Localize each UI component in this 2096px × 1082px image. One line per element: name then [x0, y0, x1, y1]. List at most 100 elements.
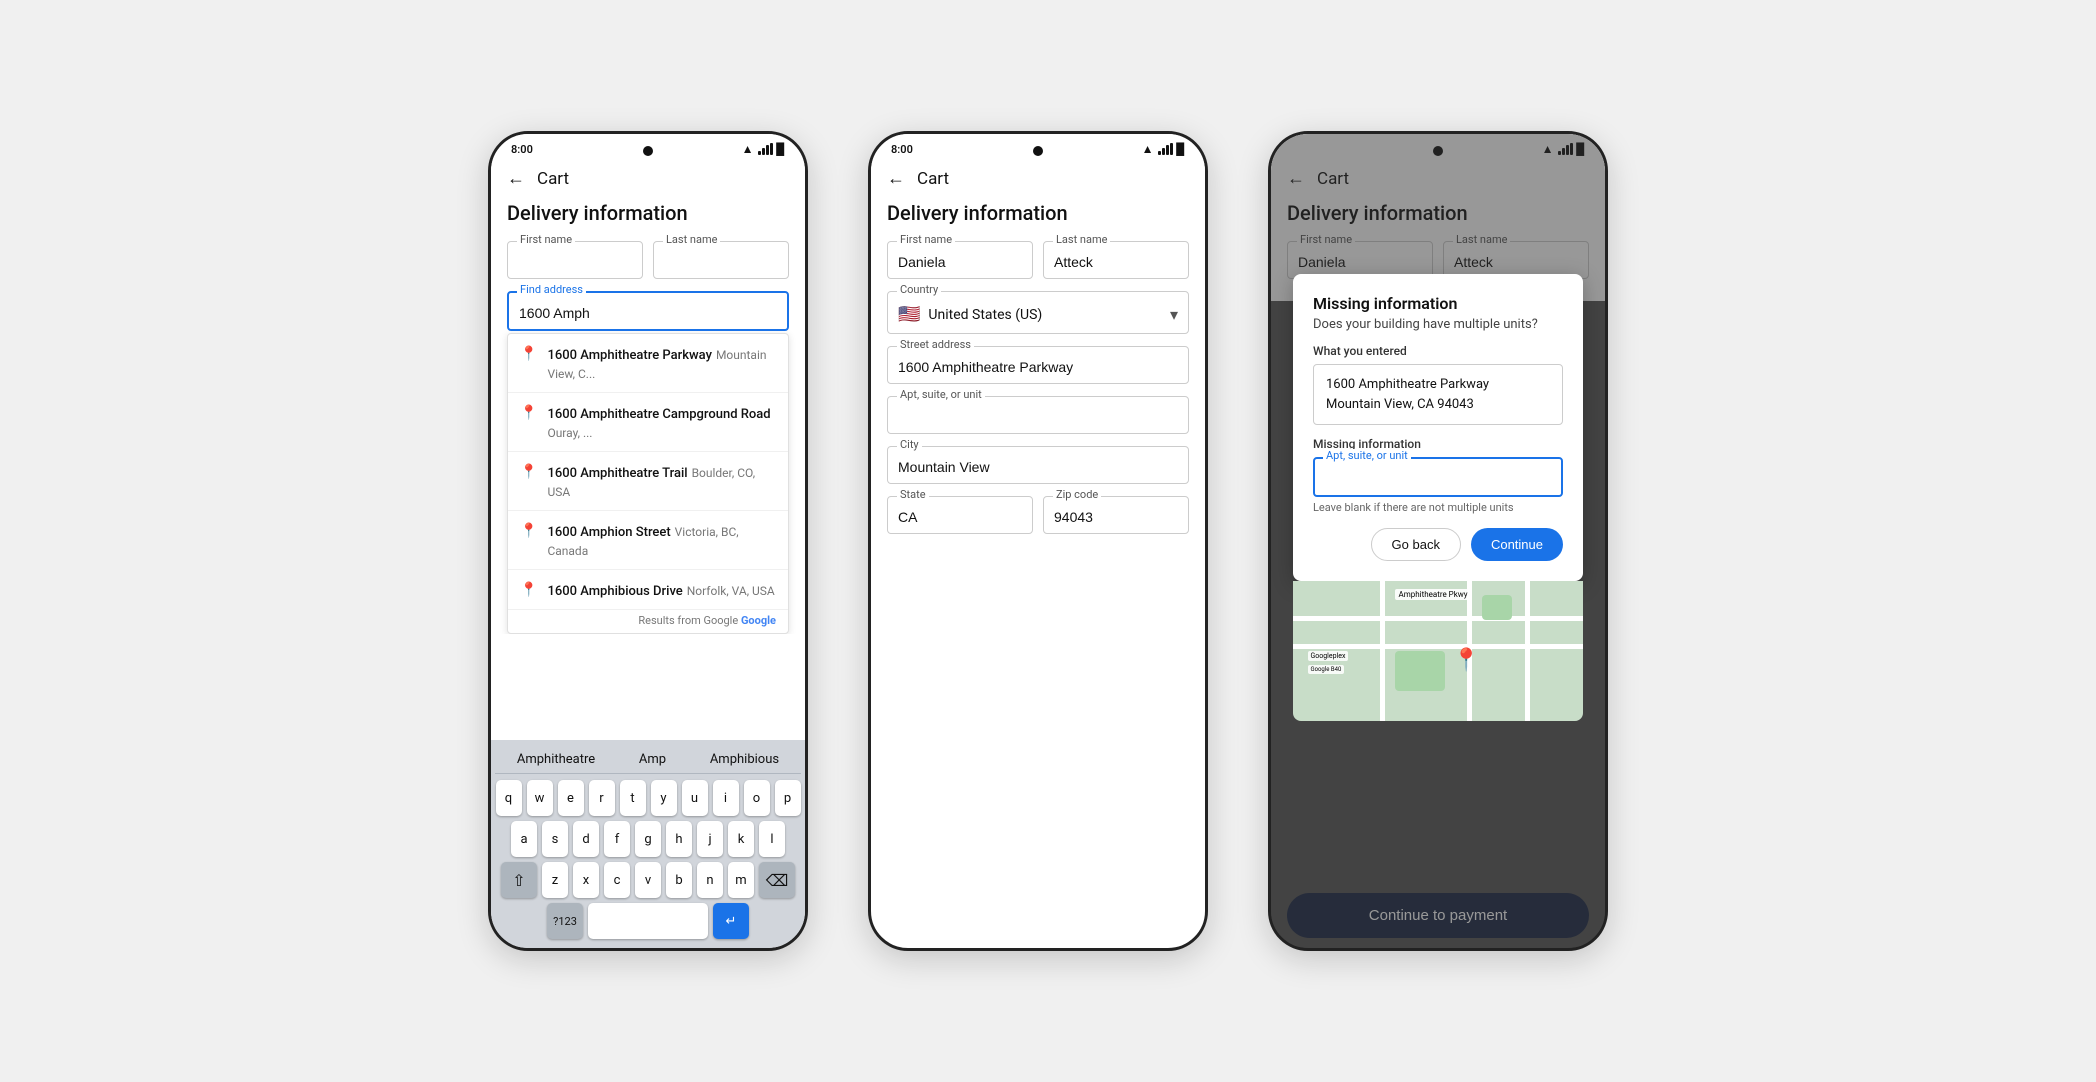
key-z[interactable]: z — [542, 862, 568, 898]
suggestion-2[interactable]: Amphibious — [702, 750, 787, 769]
first-name-input-1[interactable] — [507, 241, 643, 279]
nav-bar-1: ← Cart — [491, 160, 805, 193]
first-name-group-2: First name — [887, 241, 1033, 279]
autocomplete-item-2[interactable]: 📍 1600 Amphitheatre Trail Boulder, CO, U… — [508, 452, 788, 511]
dialog-address-line1: 1600 Amphitheatre Parkway — [1326, 375, 1550, 395]
country-group: Country 🇺🇸 United States (US) ▾ — [887, 291, 1189, 334]
autocomplete-dropdown: 📍 1600 Amphitheatre Parkway Mountain Vie… — [507, 333, 789, 634]
key-b[interactable]: b — [666, 862, 692, 898]
state-group: State — [887, 496, 1033, 534]
content-2: Delivery information First name Last nam… — [871, 193, 1205, 546]
zip-group: Zip code — [1043, 496, 1189, 534]
last-name-group-2: Last name — [1043, 241, 1189, 279]
autocomplete-main-2: 1600 Amphitheatre Trail — [547, 466, 687, 481]
autocomplete-main-0: 1600 Amphitheatre Parkway — [547, 348, 712, 363]
zip-input[interactable] — [1043, 496, 1189, 534]
map-thumbnail: Amphitheatre Pkwy Googleplex Google B40 … — [1293, 581, 1583, 721]
back-button-2[interactable]: ← — [887, 168, 905, 189]
key-s[interactable]: s — [542, 821, 568, 857]
dialog-buttons: Go back Continue — [1313, 528, 1563, 561]
last-name-group-1: Last name — [653, 241, 789, 279]
key-u[interactable]: u — [682, 780, 708, 816]
name-row-1: First name Last name — [507, 241, 789, 279]
key-123[interactable]: ?123 — [547, 903, 583, 939]
pin-icon-1: 📍 — [520, 405, 537, 421]
keyboard-row-2: ⇧ z x c v b n m ⌫ — [495, 862, 801, 898]
autocomplete-main-1: 1600 Amphitheatre Campground Road — [547, 407, 770, 422]
key-t[interactable]: t — [620, 780, 646, 816]
autocomplete-item-4[interactable]: 📍 1600 Amphibious Drive Norfolk, VA, USA — [508, 570, 788, 610]
pin-icon-0: 📍 — [520, 346, 537, 362]
find-address-group: Find address — [507, 291, 789, 331]
key-enter[interactable]: ↵ — [713, 903, 749, 939]
autocomplete-sub-1: Ouray, ... — [547, 426, 592, 440]
state-input[interactable] — [887, 496, 1033, 534]
autocomplete-item-1[interactable]: 📍 1600 Amphitheatre Campground Road Oura… — [508, 393, 788, 452]
apt-input[interactable] — [887, 396, 1189, 434]
city-input[interactable] — [887, 446, 1189, 484]
autocomplete-text-0: 1600 Amphitheatre Parkway Mountain View,… — [547, 344, 776, 382]
street-input[interactable] — [887, 346, 1189, 384]
key-f[interactable]: f — [604, 821, 630, 857]
key-d[interactable]: d — [573, 821, 599, 857]
country-label: Country — [897, 283, 941, 296]
key-space[interactable] — [588, 903, 708, 939]
google-attribution: Results from Google Google — [508, 610, 788, 633]
wifi-icon-1: ▲ — [742, 142, 754, 156]
dialog-apt-label: Apt, suite, or unit — [1323, 449, 1411, 462]
keyboard-row-0: q w e r t y u i o p — [495, 780, 801, 816]
autocomplete-item-0[interactable]: 📍 1600 Amphitheatre Parkway Mountain Vie… — [508, 334, 788, 393]
key-y[interactable]: y — [651, 780, 677, 816]
key-l[interactable]: l — [759, 821, 785, 857]
country-select[interactable]: 🇺🇸 United States (US) ▾ — [887, 291, 1189, 334]
autocomplete-main-3: 1600 Amphion Street — [547, 525, 670, 540]
autocomplete-item-3[interactable]: 📍 1600 Amphion Street Victoria, BC, Cana… — [508, 511, 788, 570]
key-m[interactable]: m — [728, 862, 754, 898]
pin-icon-4: 📍 — [520, 582, 537, 598]
key-q[interactable]: q — [496, 780, 522, 816]
key-o[interactable]: o — [744, 780, 770, 816]
key-v[interactable]: v — [635, 862, 661, 898]
back-button-1[interactable]: ← — [507, 168, 525, 189]
key-n[interactable]: n — [697, 862, 723, 898]
continue-button[interactable]: Continue — [1471, 528, 1563, 561]
last-name-label-1: Last name — [663, 233, 720, 246]
country-left: 🇺🇸 United States (US) — [898, 304, 1042, 325]
camera-dot-2 — [1033, 146, 1043, 156]
missing-info-dialog: Missing information Does your building h… — [1293, 274, 1583, 581]
dialog-apt-input[interactable] — [1313, 457, 1563, 497]
go-back-button[interactable]: Go back — [1371, 528, 1461, 561]
key-shift[interactable]: ⇧ — [501, 862, 537, 898]
key-i[interactable]: i — [713, 780, 739, 816]
autocomplete-main-4: 1600 Amphibious Drive — [547, 584, 682, 599]
last-name-input-1[interactable] — [653, 241, 789, 279]
phone-1: 8:00 ▲ ▉ ← Cart Delivery information Fir… — [488, 131, 808, 951]
suggestion-0[interactable]: Amphitheatre — [509, 750, 603, 769]
keyboard-row-1: a s d f g h j k l — [495, 821, 801, 857]
key-c[interactable]: c — [604, 862, 630, 898]
dialog-address-box: 1600 Amphitheatre Parkway Mountain View,… — [1313, 364, 1563, 425]
street-label: Street address — [897, 338, 974, 351]
key-r[interactable]: r — [589, 780, 615, 816]
phone-2: 8:00 ▲ ▉ ← Cart Delivery information Fir… — [868, 131, 1208, 951]
key-k[interactable]: k — [728, 821, 754, 857]
key-a[interactable]: a — [511, 821, 537, 857]
key-w[interactable]: w — [527, 780, 553, 816]
autocomplete-text-2: 1600 Amphitheatre Trail Boulder, CO, USA — [547, 462, 776, 500]
key-p[interactable]: p — [775, 780, 801, 816]
status-bar-1: 8:00 ▲ ▉ — [491, 134, 805, 160]
phone-3: ▲ ▉ ← Cart Delivery information First na… — [1268, 131, 1608, 951]
key-h[interactable]: h — [666, 821, 692, 857]
key-j[interactable]: j — [697, 821, 723, 857]
first-name-input-2[interactable] — [887, 241, 1033, 279]
suggestion-1[interactable]: Amp — [631, 750, 674, 769]
last-name-input-2[interactable] — [1043, 241, 1189, 279]
keyboard-row-3: ?123 ↵ — [495, 903, 801, 939]
key-e[interactable]: e — [558, 780, 584, 816]
chevron-down-icon: ▾ — [1170, 305, 1178, 324]
key-x[interactable]: x — [573, 862, 599, 898]
key-g[interactable]: g — [635, 821, 661, 857]
battery-icon-1: ▉ — [777, 143, 785, 156]
key-backspace[interactable]: ⌫ — [759, 862, 795, 898]
find-address-input[interactable] — [507, 291, 789, 331]
